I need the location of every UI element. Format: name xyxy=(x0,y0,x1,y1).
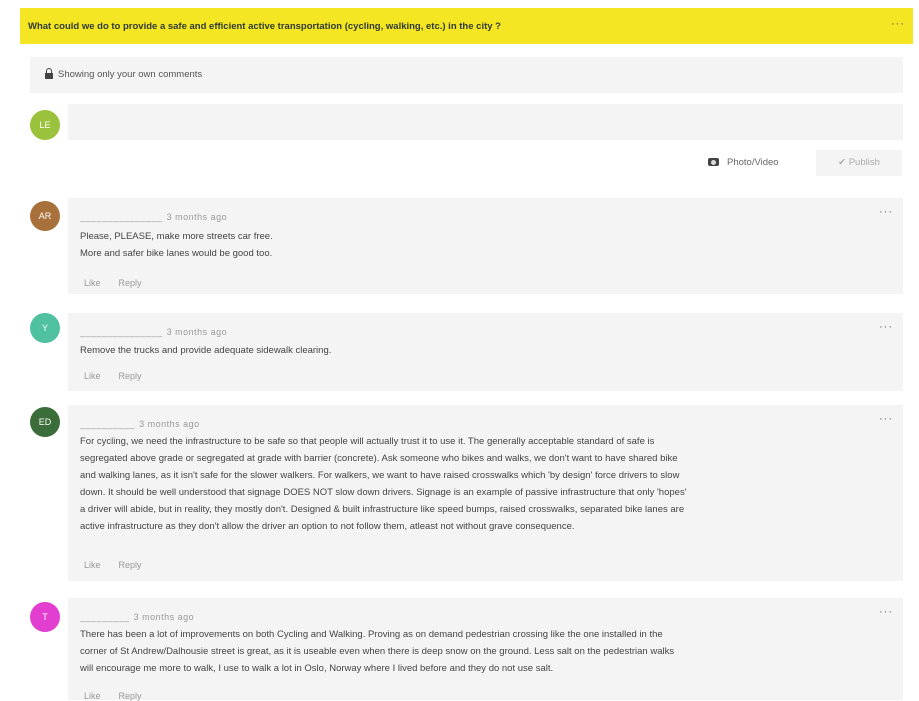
author-name[interactable]: __________ xyxy=(80,419,135,429)
comment-line: For cycling, we need the infrastructure … xyxy=(80,436,655,447)
comment-time: 3 months ago xyxy=(166,212,228,222)
comment-author: _________ 3 months ago xyxy=(80,612,194,622)
comment-line: down. It should be well understood that … xyxy=(80,487,687,498)
comment-avatar: T xyxy=(30,602,60,632)
comment-menu-icon[interactable]: ··· xyxy=(879,606,893,618)
comment-menu-icon[interactable]: ··· xyxy=(879,206,893,218)
like-button[interactable]: Like xyxy=(84,371,101,381)
photo-video-label: Photo/Video xyxy=(727,157,779,168)
comment-line: There has been a lot of improvements on … xyxy=(80,629,663,640)
comment-line: segregated above grade or segregated at … xyxy=(80,453,678,464)
comment-avatar: AR xyxy=(30,201,60,231)
comment-menu-icon[interactable]: ··· xyxy=(879,413,893,425)
comment-author: __________ 3 months ago xyxy=(80,419,200,429)
comments-page: What could we do to provide a safe and e… xyxy=(0,0,919,701)
comment-line: a driver will abide, but in reality, the… xyxy=(80,504,685,515)
comment-card: __________ 3 months ago ··· For cycling, … xyxy=(68,405,903,581)
privacy-notice: Showing only your own comments xyxy=(30,57,903,93)
comment-body: Remove the trucks and provide adequate s… xyxy=(80,342,889,359)
question-banner: What could we do to provide a safe and e… xyxy=(20,8,913,44)
author-name[interactable]: _______________ xyxy=(80,327,163,337)
check-icon: ✔ xyxy=(838,157,847,168)
comment-input[interactable] xyxy=(68,104,903,140)
comment-time: 3 months ago xyxy=(139,419,200,429)
comment-author: _______________ 3 months ago xyxy=(80,212,227,222)
comment-line: Please, PLEASE, make more streets car fr… xyxy=(80,231,273,242)
author-name[interactable]: _______________ xyxy=(80,212,163,222)
comment-line: active infrastructure as they don't allo… xyxy=(80,521,575,532)
comment-card: _________ 3 months ago ··· There has been… xyxy=(68,598,903,701)
comment-actions: Like Reply xyxy=(84,371,160,381)
comment-menu-icon[interactable]: ··· xyxy=(879,321,893,333)
composer-actions: Photo/Video ✔ Publish xyxy=(68,148,903,178)
question-menu-icon[interactable]: ··· xyxy=(891,18,905,30)
comment-actions: Like Reply xyxy=(84,278,160,288)
comment-avatar: ED xyxy=(30,407,60,437)
reply-button[interactable]: Reply xyxy=(119,560,142,570)
comment-body: Please, PLEASE, make more streets car fr… xyxy=(80,228,889,262)
privacy-notice-text: Showing only your own comments xyxy=(58,69,203,80)
reply-button[interactable]: Reply xyxy=(119,278,142,288)
current-user-avatar: LE xyxy=(30,110,60,140)
comment-card: _______________ 3 months ago ··· Remove t… xyxy=(68,313,903,391)
comment-avatar: Y xyxy=(30,313,60,343)
camera-icon xyxy=(708,158,719,167)
publish-button[interactable]: ✔ Publish xyxy=(816,150,902,176)
comment-time: 3 months ago xyxy=(133,612,195,622)
comment-line: Remove the trucks and provide adequate s… xyxy=(80,345,332,356)
like-button[interactable]: Like xyxy=(84,560,101,570)
lock-icon xyxy=(44,68,54,80)
comment-body: There has been a lot of improvements on … xyxy=(80,626,889,677)
author-name[interactable]: _________ xyxy=(80,612,130,622)
question-text: What could we do to provide a safe and e… xyxy=(28,21,501,32)
comment-line: and walking lanes, as it isn't safe for … xyxy=(80,470,680,481)
comment-line: corner of St Andrew/Dalhousie street is … xyxy=(80,646,675,657)
comment-card: _______________ 3 months ago ··· Please, … xyxy=(68,198,903,294)
reply-button[interactable]: Reply xyxy=(119,371,142,381)
photo-video-button[interactable]: Photo/Video xyxy=(708,150,779,176)
comment-actions: Like Reply xyxy=(84,560,160,570)
comment-time: 3 months ago xyxy=(166,327,228,337)
comment-author: _______________ 3 months ago xyxy=(80,327,227,337)
comment-line: More and safer bike lanes would be good … xyxy=(80,248,273,259)
publish-label: Publish xyxy=(848,157,880,168)
comment-body: For cycling, we need the infrastructure … xyxy=(80,433,889,535)
like-button[interactable]: Like xyxy=(84,278,101,288)
comment-line: will encourage me more to walk, I use to… xyxy=(80,663,554,674)
